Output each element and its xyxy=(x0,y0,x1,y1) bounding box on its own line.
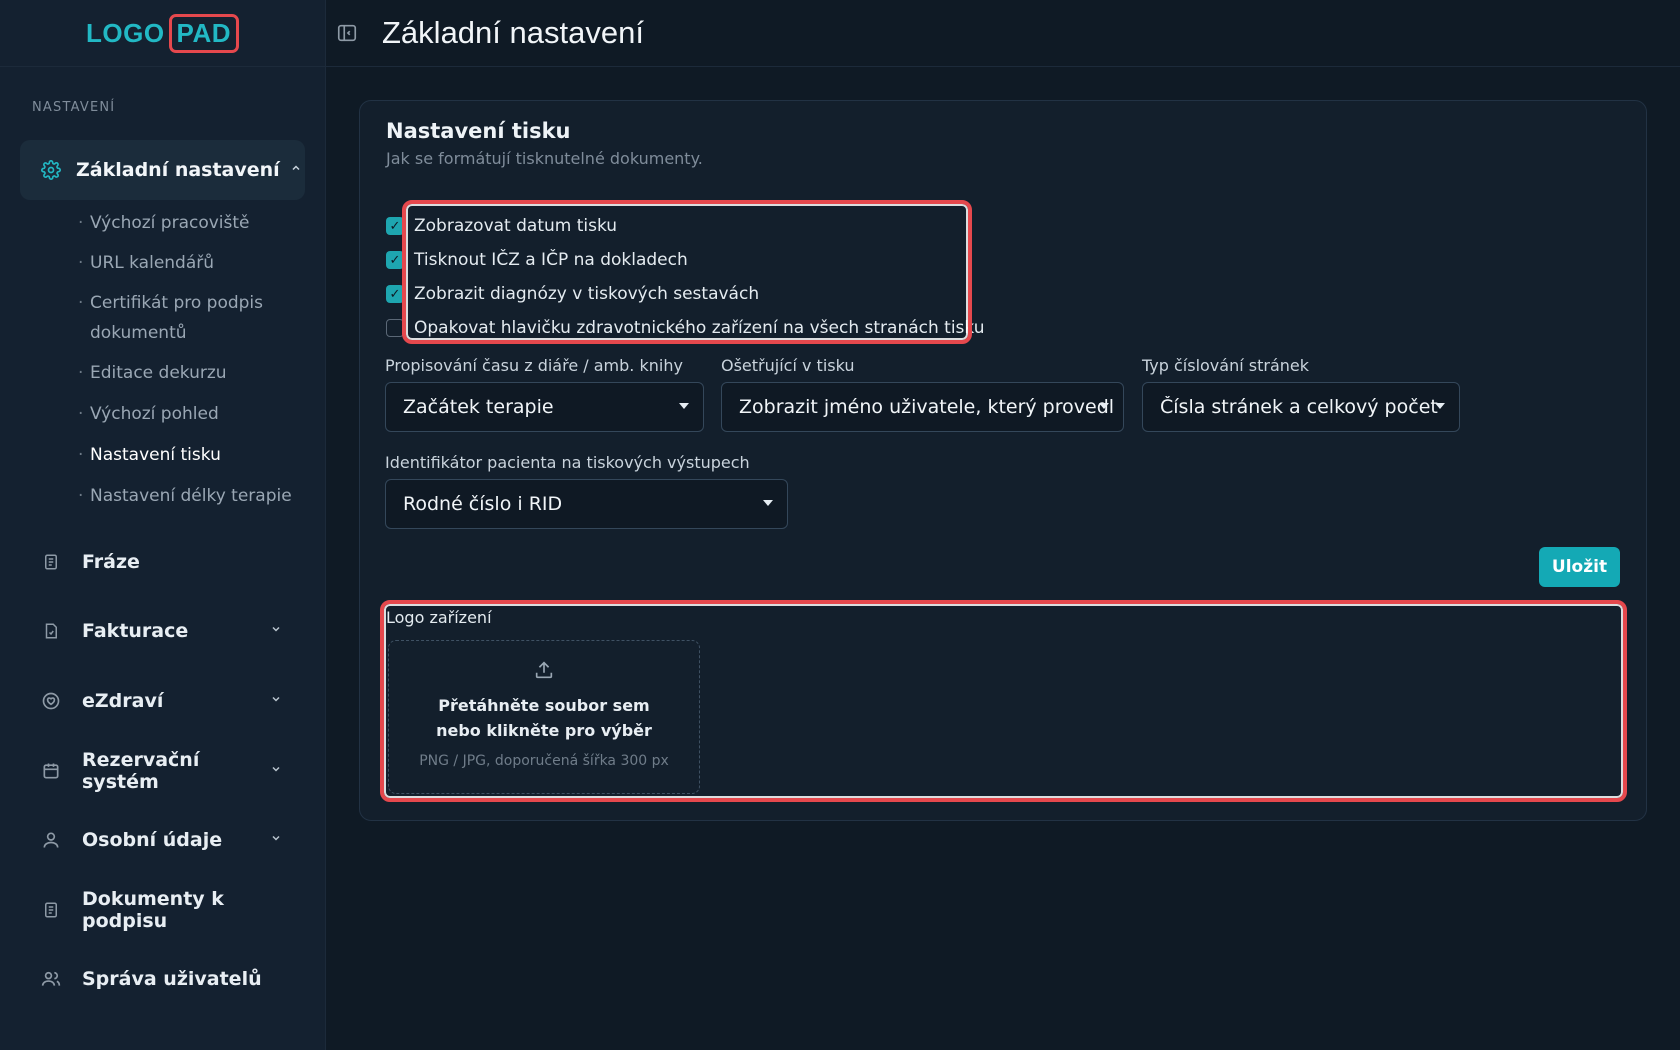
therapist-select[interactable]: Zobrazit jméno uživatele, který provedl xyxy=(721,382,1124,432)
checkbox-label: Zobrazovat datum tisku xyxy=(414,216,618,236)
caret-down-icon xyxy=(1099,403,1109,409)
chevron-down-icon xyxy=(270,763,282,779)
subnav-item-certifikat[interactable]: Certifikát pro podpis dokumentů xyxy=(78,288,288,358)
checkbox-checked[interactable]: ✓ xyxy=(386,285,404,303)
checkbox-label: Opakovat hlavičku zdravotnického zařízen… xyxy=(414,318,985,338)
document-icon xyxy=(40,551,62,573)
card-title: Nastavení tisku xyxy=(386,119,571,143)
subnav-item-vychozi-pracoviste[interactable]: Výchozí pracoviště xyxy=(78,208,318,248)
patient-id-select[interactable]: Rodné číslo i RID xyxy=(385,479,788,529)
chevron-down-icon xyxy=(270,832,282,848)
topbar: Základní nastavení xyxy=(326,0,1680,67)
invoice-icon xyxy=(40,620,62,642)
dropzone-hint: PNG / JPG, doporučená šířka 300 px xyxy=(419,753,669,769)
field-label-patient-id: Identifikátor pacienta na tiskových výst… xyxy=(385,453,750,472)
page-title: Základní nastavení xyxy=(382,15,644,50)
checkbox-row-icz-icp[interactable]: ✓ Tisknout IČZ a IČP na dokladech xyxy=(386,243,985,277)
subnav-item-editace-dekurzu[interactable]: Editace dekurzu xyxy=(78,358,318,399)
checkbox-row-repeat-header[interactable]: Opakovat hlavičku zdravotnického zařízen… xyxy=(386,311,985,345)
sidebar-item-label: Rezervační systém xyxy=(82,749,200,793)
sidebar-item-label: eZdraví xyxy=(82,690,164,712)
sidebar-item-zakladni-nastaveni[interactable]: Základní nastavení xyxy=(20,140,305,200)
user-icon xyxy=(40,829,62,851)
gear-icon xyxy=(40,159,62,181)
dropzone-text: Přetáhněte soubor sem nebo klikněte pro … xyxy=(436,696,652,740)
subnav-item-url-kalendaru[interactable]: URL kalendářů xyxy=(78,248,318,288)
sidebar: LOGO PAD NASTAVENÍ Základní nastavení Vý… xyxy=(0,0,326,1050)
logo-pad-text: PAD xyxy=(168,13,240,53)
sidebar-item-sprava-uzivatelu[interactable]: Správa uživatelů xyxy=(40,959,290,999)
chevron-up-icon xyxy=(290,162,302,178)
field-label-time-copy: Propisování času z diáře / amb. knihy xyxy=(385,356,683,375)
sidebar-item-label: Fráze xyxy=(82,551,140,573)
checkbox-row-print-date[interactable]: ✓ Zobrazovat datum tisku xyxy=(386,209,985,243)
card-subtitle: Jak se formátují tisknutelné dokumenty. xyxy=(386,149,703,168)
sidebar-toggle-icon[interactable] xyxy=(336,22,358,44)
sidebar-section-label: NASTAVENÍ xyxy=(32,100,116,115)
select-value: Čísla stránek a celkový počet xyxy=(1160,396,1438,418)
sidebar-item-osobni-udaje[interactable]: Osobní údaje xyxy=(40,820,290,860)
logo-text: LOGO xyxy=(85,17,165,48)
subnav-item-nastaveni-tisku[interactable]: Nastavení tisku xyxy=(78,440,318,481)
users-icon xyxy=(40,968,62,990)
save-button[interactable]: Uložit xyxy=(1539,547,1620,587)
sidebar-item-label: Fakturace xyxy=(82,620,189,642)
checkbox-unchecked[interactable] xyxy=(386,319,404,337)
select-value: Začátek terapie xyxy=(403,396,554,418)
caret-down-icon xyxy=(763,500,773,506)
logo[interactable]: LOGO PAD xyxy=(85,13,240,53)
checkbox-checked[interactable]: ✓ xyxy=(386,217,404,235)
sidebar-item-rezervacni-system[interactable]: Rezervační systém xyxy=(40,749,290,793)
document-icon xyxy=(40,899,62,921)
heart-icon xyxy=(40,690,62,712)
chevron-down-icon xyxy=(270,693,282,709)
sidebar-item-ezdravi[interactable]: eZdraví xyxy=(40,681,290,721)
checkbox-label: Tisknout IČZ a IČP na dokladech xyxy=(414,250,688,270)
field-label-therapist: Ošetřující v tisku xyxy=(721,356,855,375)
logo-upload-label: Logo zařízení xyxy=(386,608,492,627)
subnav-item-vychozi-pohled[interactable]: Výchozí pohled xyxy=(78,399,318,440)
sidebar-item-label: Základní nastavení xyxy=(76,159,280,181)
select-value: Zobrazit jméno uživatele, který provedl xyxy=(739,396,1115,418)
sidebar-item-label: Dokumenty k podpisu xyxy=(82,888,224,932)
subnav: Výchozí pracoviště URL kalendářů Certifi… xyxy=(78,208,318,521)
sidebar-item-label: Osobní údaje xyxy=(82,829,223,851)
chevron-down-icon xyxy=(270,623,282,639)
upload-icon xyxy=(533,659,555,681)
sidebar-item-fraze[interactable]: Fráze xyxy=(40,542,290,582)
logo-area: LOGO PAD xyxy=(0,0,325,67)
checkbox-group: ✓ Zobrazovat datum tisku ✓ Tisknout IČZ … xyxy=(386,209,985,345)
checkbox-label: Zobrazit diagnózy v tiskových sestavách xyxy=(414,284,760,304)
select-value: Rodné číslo i RID xyxy=(403,493,563,515)
caret-down-icon xyxy=(1435,403,1445,409)
checkbox-row-diagnoses[interactable]: ✓ Zobrazit diagnózy v tiskových sestavác… xyxy=(386,277,985,311)
logo-dropzone[interactable]: Přetáhněte soubor sem nebo klikněte pro … xyxy=(388,640,700,794)
sidebar-item-label: Správa uživatelů xyxy=(82,968,262,990)
page-numbering-select[interactable]: Čísla stránek a celkový počet xyxy=(1142,382,1460,432)
field-label-page-numbering: Typ číslování stránek xyxy=(1142,356,1309,375)
subnav-item-nastaveni-delky-terapie[interactable]: Nastavení délky terapie xyxy=(78,481,318,521)
caret-down-icon xyxy=(679,403,689,409)
checkbox-checked[interactable]: ✓ xyxy=(386,251,404,269)
sidebar-item-dokumenty-k-podpisu[interactable]: Dokumenty k podpisu xyxy=(40,888,290,932)
calendar-icon xyxy=(40,760,62,782)
sidebar-item-fakturace[interactable]: Fakturace xyxy=(40,611,290,651)
time-copy-select[interactable]: Začátek terapie xyxy=(385,382,704,432)
